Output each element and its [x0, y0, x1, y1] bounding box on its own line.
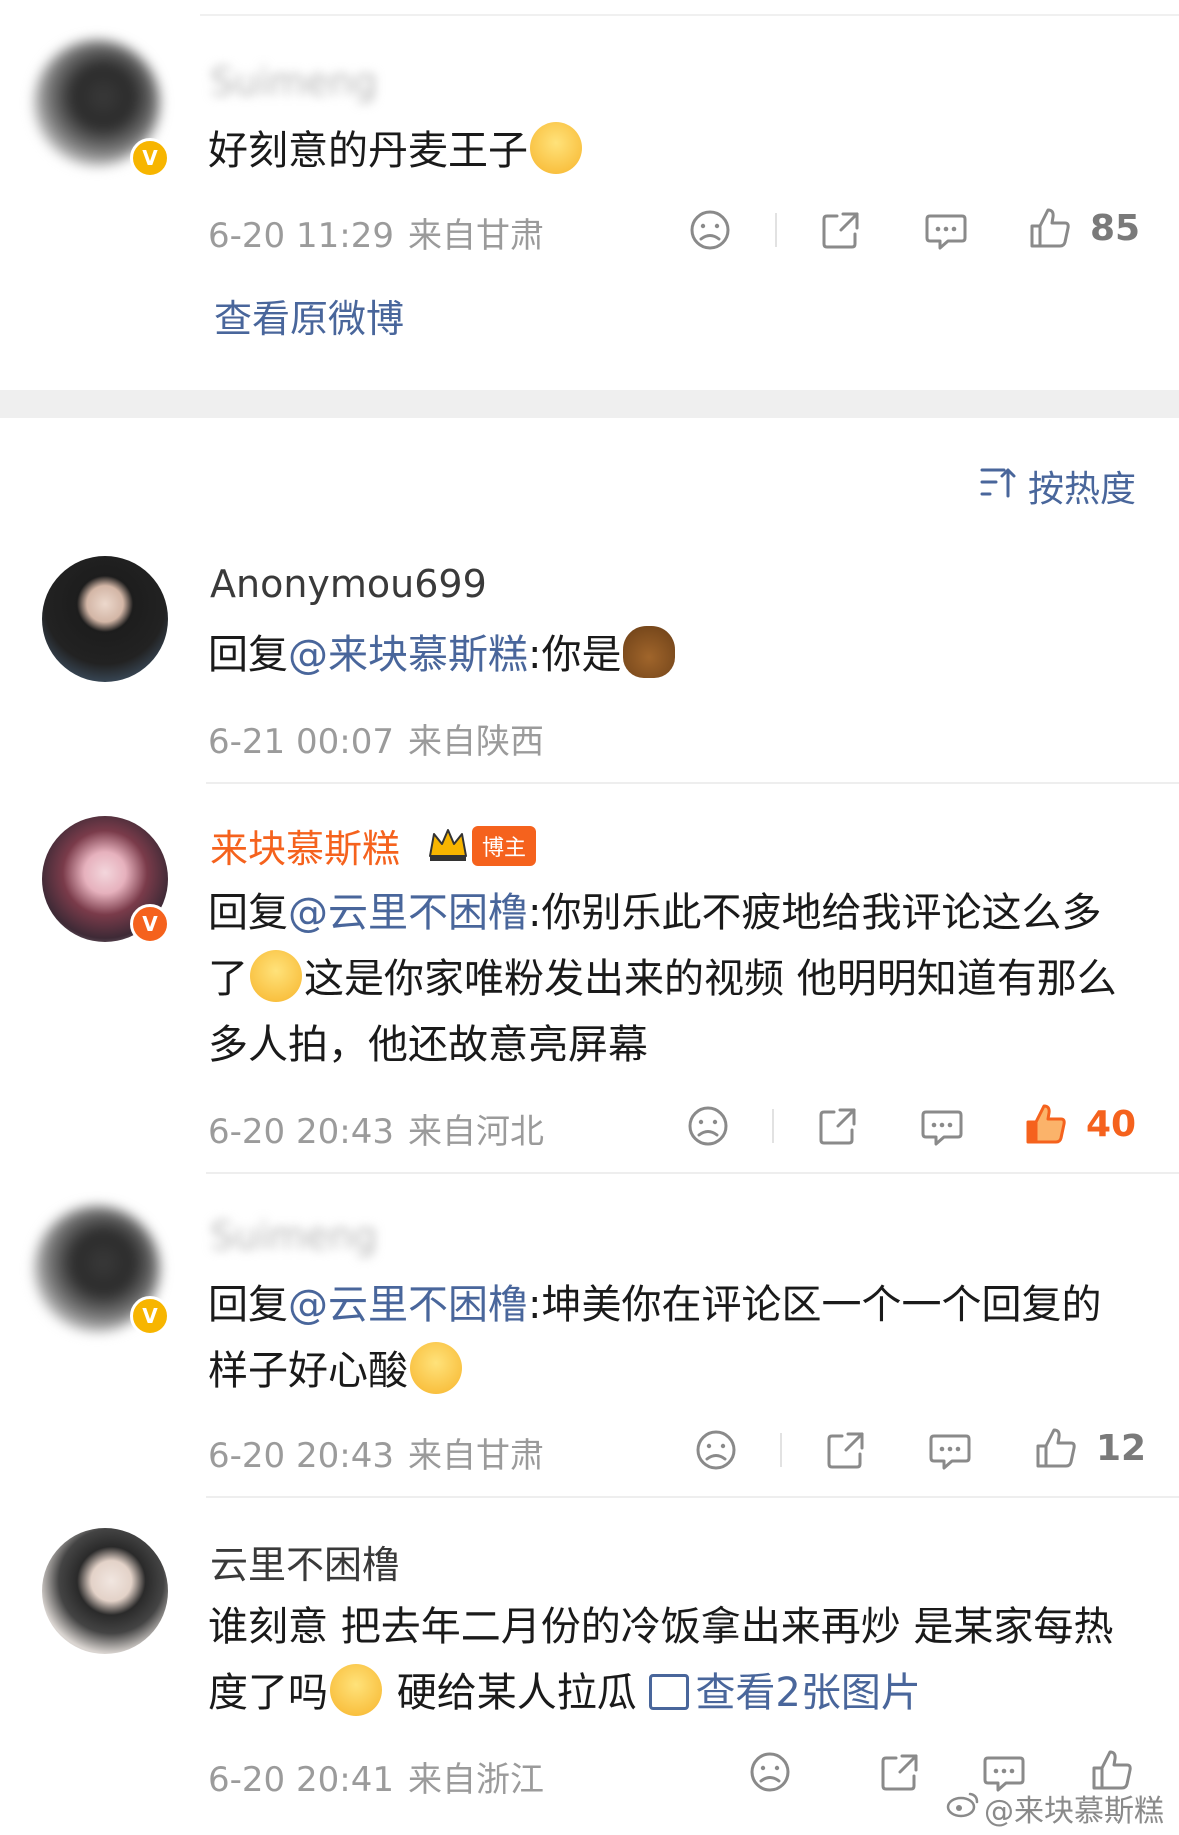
username[interactable]: Suimeng: [210, 60, 377, 104]
comment-text-body: :你是: [528, 632, 622, 678]
comment-time: 6-20 20:41: [208, 1760, 394, 1800]
weibo-logo-icon: [946, 1790, 980, 1818]
comment-meta: 6-20 20:41 来自浙江: [208, 1752, 544, 1801]
view-images-label: 查看2张图片: [695, 1670, 921, 1716]
comment-icon[interactable]: [918, 1102, 966, 1150]
like-icon[interactable]: [1032, 1424, 1080, 1472]
laugh-cry-emoji-icon: [250, 950, 302, 1002]
sort-label[interactable]: 按热度: [1028, 460, 1136, 512]
share-icon[interactable]: [817, 206, 865, 254]
comment-source: 来自甘肃: [407, 216, 544, 256]
like-count: 12: [1096, 1428, 1147, 1469]
dislike-icon[interactable]: [686, 206, 734, 254]
reply-prefix: 回复: [208, 632, 288, 678]
image-icon: [649, 1674, 690, 1710]
comment-divider: [206, 782, 1179, 784]
action-divider: [780, 1433, 782, 1467]
username[interactable]: Suimeng: [210, 1214, 377, 1258]
watermark: @来块慕斯糕: [984, 1794, 1164, 1829]
comment-text-body-cont: 硬给某人拉瓜: [384, 1670, 650, 1716]
share-icon[interactable]: [822, 1426, 870, 1474]
action-divider: [775, 213, 777, 247]
share-icon[interactable]: [876, 1748, 924, 1796]
section-divider: [0, 390, 1179, 418]
comment-source: 来自河北: [407, 1112, 544, 1152]
verified-badge-icon: V: [130, 904, 170, 944]
comment-text: 回复@云里不困橹:你别乐此不疲地给我评论这么多了 这是你家唯粉发出来的视频 他明明…: [208, 880, 1138, 1078]
comment-meta: 6-20 20:43 来自河北: [208, 1104, 544, 1153]
avatar[interactable]: [42, 1528, 168, 1654]
username[interactable]: 来块慕斯糕: [210, 818, 400, 873]
verified-badge-icon: V: [130, 1296, 170, 1336]
comment-icon[interactable]: [926, 1426, 974, 1474]
comment-text: 谁刻意 把去年二月份的冷饭拿出来再炒 是某家每热度了吗 硬给某人拉瓜 查看2张图…: [208, 1594, 1138, 1726]
comment-text: 回复@云里不困橹:坤美你在评论区一个一个回复的样子好心酸: [208, 1272, 1138, 1404]
like-icon[interactable]: [1026, 204, 1074, 252]
mention-link[interactable]: @云里不困橹: [288, 890, 528, 936]
comment-text: 回复@来块慕斯糕:你是: [208, 622, 1138, 688]
verified-badge-icon: V: [130, 138, 170, 178]
dislike-icon[interactable]: [684, 1102, 732, 1150]
poop-emoji-icon: [623, 626, 676, 678]
comment-divider: [206, 1172, 1179, 1174]
view-original-link[interactable]: 查看原微博: [214, 288, 404, 343]
comment-source: 来自浙江: [407, 1760, 544, 1800]
mention-link[interactable]: @云里不困橹: [288, 1282, 528, 1328]
comment-source: 来自陕西: [407, 722, 544, 762]
top-divider: [200, 14, 1179, 16]
comment-meta: 6-20 20:43 来自甘肃: [208, 1428, 544, 1477]
like-count: 40: [1086, 1104, 1137, 1145]
comment-meta: 6-20 11:29 来自甘肃: [208, 208, 544, 257]
cry-face-emoji-icon: [530, 122, 582, 174]
comment-icon[interactable]: [922, 206, 970, 254]
crown-icon: [426, 822, 470, 866]
comment-divider: [206, 1496, 1179, 1498]
mention-link[interactable]: @来块慕斯糕: [288, 632, 528, 678]
reply-prefix: 回复: [208, 1282, 288, 1328]
comment-time: 6-20 20:43: [208, 1436, 394, 1476]
reply-prefix: 回复: [208, 890, 288, 936]
username[interactable]: 云里不困橹: [210, 1534, 400, 1589]
like-count: 85: [1090, 208, 1141, 249]
cry-face-emoji-icon: [410, 1342, 462, 1394]
sort-icon[interactable]: [978, 462, 1018, 502]
blogger-badge: 博主: [472, 826, 537, 866]
comment-text-body-cont: 这是你家唯粉发出来的视频 他明明知道有那么多人拍，他还故意亮屏幕: [208, 956, 1117, 1068]
comment-time: 6-21 00:07: [208, 722, 394, 762]
comment-meta: 6-21 00:07 来自陕西: [208, 714, 544, 763]
comment-source: 来自甘肃: [407, 1436, 544, 1476]
comment-text-body: 好刻意的丹麦王子: [208, 128, 528, 174]
comment-time: 6-20 11:29: [208, 216, 394, 256]
avatar[interactable]: [42, 556, 168, 682]
comment-time: 6-20 20:43: [208, 1112, 394, 1152]
dislike-icon[interactable]: [692, 1426, 740, 1474]
view-images-link[interactable]: 查看2张图片: [649, 1670, 921, 1716]
action-divider: [772, 1109, 774, 1143]
share-icon[interactable]: [814, 1102, 862, 1150]
like-icon-active[interactable]: [1022, 1100, 1070, 1148]
comment-text: 好刻意的丹麦王子: [208, 118, 1138, 184]
blush-emoji-icon: [330, 1664, 382, 1716]
dislike-icon[interactable]: [746, 1748, 794, 1796]
username[interactable]: Anonymou699: [210, 562, 487, 606]
